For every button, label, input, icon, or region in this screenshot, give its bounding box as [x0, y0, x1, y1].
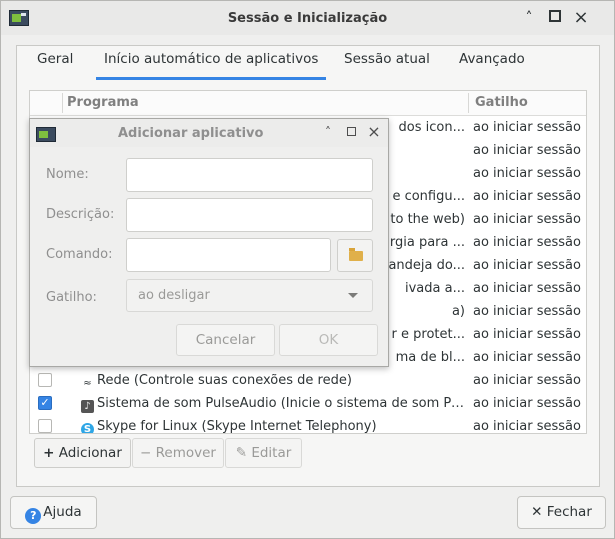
trigger-cell: ao iniciar sessão: [473, 212, 581, 227]
trigger-cell: ao iniciar sessão: [473, 120, 581, 135]
column-header-program[interactable]: Programa: [67, 91, 139, 115]
minus-icon: −: [140, 445, 152, 461]
program-label: rgia para ...: [389, 235, 465, 250]
table-row[interactable]: ≈ Rede (Controle suas conexões de rede) ao…: [30, 369, 586, 392]
skype-icon: S: [81, 423, 94, 433]
table-row[interactable]: S Skype for Linux (Skype Internet Telepho…: [30, 415, 586, 434]
browse-button[interactable]: [337, 239, 373, 272]
cancel-button[interactable]: Cancelar: [176, 324, 275, 356]
tab-bar: Geral Início automático de aplicativos S…: [16, 45, 600, 80]
edit-button[interactable]: ✎ Editar: [225, 438, 302, 468]
sound-icon: ♪: [81, 400, 94, 413]
description-field[interactable]: [126, 198, 373, 232]
maximize-icon: [346, 127, 356, 136]
help-button-label: Ajuda: [43, 504, 82, 520]
plus-icon: +: [43, 445, 55, 461]
restore-button[interactable]: [546, 9, 564, 27]
program-cell: ♪ Sistema de som PulseAudio (Inicie o sis…: [81, 392, 465, 415]
program-label: e configu...: [392, 189, 465, 204]
chevron-up-icon[interactable]: ˄: [520, 9, 538, 27]
enable-checkbox[interactable]: [38, 373, 52, 387]
edit-button-label: Editar: [251, 445, 292, 461]
program-label: dos icon...: [398, 120, 465, 135]
remove-button[interactable]: − Remover: [132, 438, 224, 468]
trigger-cell: ao iniciar sessão: [473, 373, 581, 388]
tab-autostart[interactable]: Início automático de aplicativos: [96, 45, 327, 80]
dialog-titlebar: Adicionar aplicativo ˄ ×: [30, 119, 388, 147]
program-label: ivada a...: [405, 281, 465, 296]
program-label: Rede (Controle suas conexões de rede): [97, 373, 352, 388]
tab-advanced[interactable]: Avançado: [459, 45, 525, 77]
description-label: Descrição:: [46, 207, 115, 222]
add-button-label: Adicionar: [58, 445, 122, 461]
trigger-label: Gatilho:: [46, 290, 97, 305]
help-button[interactable]: ? Ajuda: [10, 496, 97, 529]
program-label: Skype for Linux (Skype Internet Telephon…: [97, 419, 377, 434]
enable-checkbox[interactable]: ✓: [38, 396, 52, 410]
program-label: a): [451, 304, 465, 319]
pencil-icon: ✎: [235, 445, 248, 461]
chevron-down-icon: [348, 293, 358, 298]
close-button[interactable]: ✕ Fechar: [517, 496, 606, 529]
trigger-cell: ao iniciar sessão: [473, 281, 581, 296]
close-button-label: Fechar: [546, 504, 592, 520]
help-icon: ?: [25, 508, 42, 524]
name-field[interactable]: [126, 158, 373, 192]
column-separator: [62, 93, 63, 113]
ok-button[interactable]: OK: [279, 324, 378, 356]
trigger-select[interactable]: ao desligar: [126, 279, 373, 312]
add-button[interactable]: + Adicionar: [34, 438, 131, 468]
remove-button-label: Remover: [155, 445, 216, 461]
close-x-icon: ✕: [531, 504, 543, 520]
close-icon[interactable]: ×: [367, 124, 381, 140]
close-icon[interactable]: ×: [572, 9, 590, 27]
table-header: Programa Gatilho: [30, 91, 586, 116]
program-label: to the web): [390, 212, 465, 227]
column-separator: [468, 93, 469, 113]
trigger-select-value: ao desligar: [138, 288, 210, 303]
name-label: Nome:: [46, 167, 89, 182]
add-application-dialog: Adicionar aplicativo ˄ × Nome: Descrição…: [29, 118, 389, 367]
trigger-cell: ao iniciar sessão: [473, 189, 581, 204]
trigger-cell: ao iniciar sessão: [473, 396, 581, 411]
command-label: Comando:: [46, 247, 113, 262]
program-label: r e protet...: [391, 327, 465, 342]
tab-general[interactable]: Geral: [37, 45, 73, 77]
program-label: andeja do...: [388, 258, 465, 273]
dialog-title: Adicionar aplicativo: [118, 126, 264, 141]
trigger-cell: ao iniciar sessão: [473, 235, 581, 250]
app-icon: [36, 127, 56, 142]
trigger-cell: ao iniciar sessão: [473, 419, 581, 434]
program-cell: ≈ Rede (Controle suas conexões de rede): [81, 369, 465, 392]
column-header-trigger[interactable]: Gatilho: [475, 91, 528, 115]
trigger-cell: ao iniciar sessão: [473, 350, 581, 365]
program-cell: S Skype for Linux (Skype Internet Telepho…: [81, 415, 465, 434]
trigger-cell: ao iniciar sessão: [473, 166, 581, 181]
maximize-icon: [549, 10, 561, 22]
trigger-cell: ao iniciar sessão: [473, 258, 581, 273]
trigger-cell: ao iniciar sessão: [473, 143, 581, 158]
maximize-button[interactable]: [344, 125, 358, 139]
table-row[interactable]: ✓ ♪ Sistema de som PulseAudio (Inicie o si…: [30, 392, 586, 415]
command-field[interactable]: [126, 238, 331, 272]
trigger-cell: ao iniciar sessão: [473, 327, 581, 342]
enable-checkbox[interactable]: [38, 419, 52, 433]
titlebar: Sessão e Inicialização ˄ ×: [1, 1, 614, 35]
program-label: ma de bl...: [395, 350, 465, 365]
tab-current-session[interactable]: Sessão atual: [344, 45, 430, 77]
folder-icon: [349, 248, 363, 261]
chevron-up-icon[interactable]: ˄: [321, 125, 335, 139]
program-label: Sistema de som PulseAudio (Inicie o sist…: [97, 396, 465, 411]
wifi-icon: ≈: [83, 378, 92, 389]
trigger-cell: ao iniciar sessão: [473, 304, 581, 319]
